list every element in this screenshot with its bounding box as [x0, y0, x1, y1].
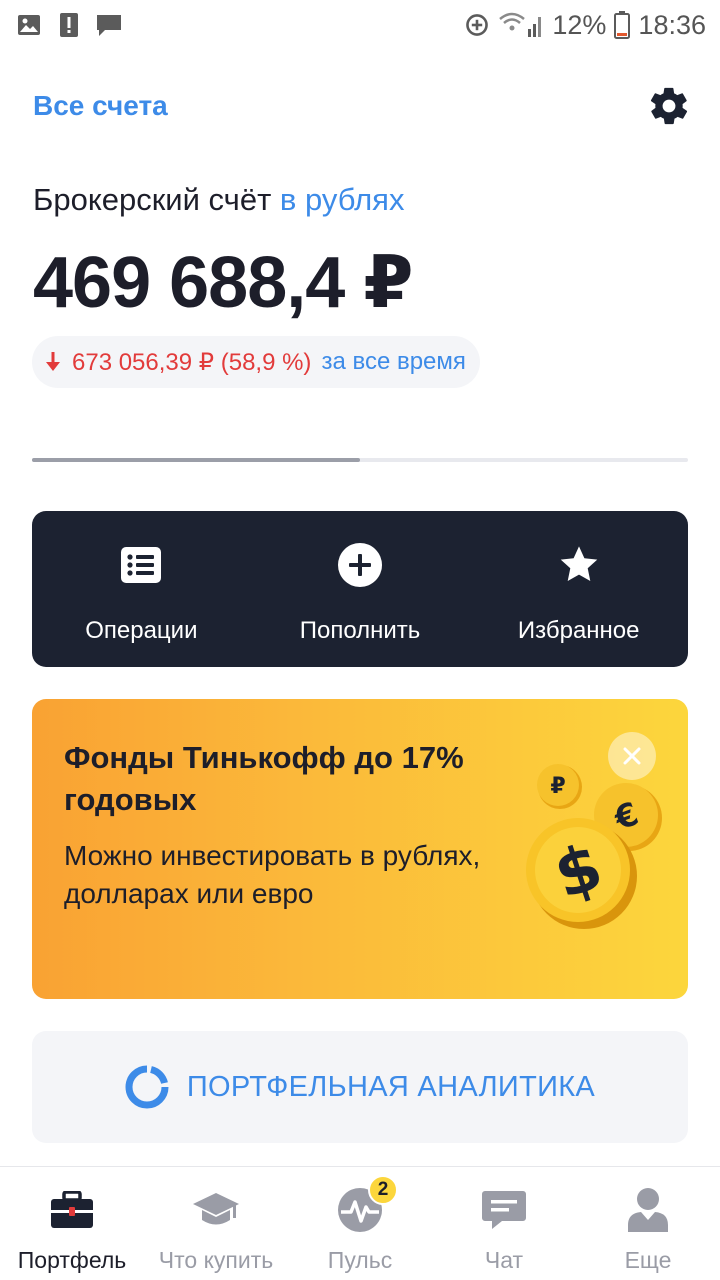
status-bar: 12% 18:36: [0, 0, 720, 50]
image-notification-icon: [16, 12, 42, 38]
operations-button[interactable]: Операции: [32, 511, 251, 667]
battery-percent: 12%: [552, 9, 607, 40]
balance-change-pill[interactable]: 673 056,39 ₽ (58,9 %) за все время: [32, 336, 480, 388]
coins-illustration: ₽ € $: [512, 759, 682, 939]
pager-indicator-fill: [32, 458, 360, 462]
star-icon: [555, 541, 603, 589]
header: Все счета: [0, 74, 720, 138]
account-pager-indicator: [32, 458, 688, 462]
battery-icon: [614, 11, 631, 39]
user-icon: [624, 1187, 672, 1233]
nav-portfolio[interactable]: Портфель: [0, 1167, 144, 1280]
pie-chart-icon: [125, 1065, 169, 1109]
pulse-badge: 2: [368, 1175, 398, 1205]
promo-text: Можно инвестировать в рублях, долларах и…: [64, 840, 481, 909]
favorites-label: Избранное: [517, 617, 640, 644]
data-saver-icon: [464, 12, 490, 38]
nav-more[interactable]: Еще: [576, 1167, 720, 1280]
plus-circle-icon: [336, 541, 384, 589]
quick-actions: Операции Пополнить Избранное: [32, 511, 688, 667]
ruble-coin-icon: ₽: [537, 764, 582, 809]
chat-icon: [480, 1187, 528, 1233]
gear-icon: [650, 87, 688, 125]
promo-title: Фонды Тинькофф до 17% годовых: [64, 740, 464, 817]
promo-banner[interactable]: Фонды Тинькофф до 17% годовых Можно инве…: [32, 699, 688, 999]
account-balance: 469 688,4 ₽: [33, 243, 413, 323]
top-up-label: Пополнить: [299, 617, 421, 644]
all-accounts-link[interactable]: Все счета: [33, 90, 168, 122]
account-title: Брокерский счёт в рублях: [33, 182, 404, 218]
settings-button[interactable]: [646, 83, 692, 129]
nav-pulse-label: Пульс: [327, 1247, 393, 1273]
portfolio-analytics-label: ПОРТФЕЛЬНАЯ АНАЛИТИКА: [186, 1070, 596, 1103]
change-period: за все время: [321, 348, 466, 375]
svg-text:₽: ₽: [550, 774, 565, 799]
nav-portfolio-label: Портфель: [17, 1247, 127, 1273]
operations-label: Операции: [85, 617, 198, 644]
arrow-down-icon: [46, 352, 60, 371]
graduation-cap-icon: [192, 1187, 240, 1233]
nav-pulse[interactable]: 2 Пульс: [288, 1167, 432, 1280]
change-value: 673 056,39 ₽ (58,9 %): [72, 348, 312, 376]
portfolio-analytics-button[interactable]: ПОРТФЕЛЬНАЯ АНАЛИТИКА: [32, 1031, 688, 1143]
nav-what-to-buy-label: Что купить: [158, 1247, 274, 1273]
status-system: 12% 18:36: [464, 10, 706, 41]
nav-chat-label: Чат: [484, 1247, 524, 1273]
account-currency-selector[interactable]: в рублях: [280, 182, 405, 217]
briefcase-icon: [48, 1187, 96, 1233]
bottom-navigation: Портфель Что купить 2 Пульс Чат Еще: [0, 1166, 720, 1280]
nav-what-to-buy[interactable]: Что купить: [144, 1167, 288, 1280]
list-icon: [117, 541, 165, 589]
status-notifications: [16, 12, 122, 38]
status-time: 18:36: [638, 9, 706, 40]
top-up-button[interactable]: Пополнить: [251, 511, 470, 667]
alert-notification-icon: [56, 12, 82, 38]
message-notification-icon: [96, 12, 122, 38]
nav-more-label: Еще: [624, 1247, 672, 1273]
account-type: Брокерский счёт: [33, 182, 272, 217]
favorites-button[interactable]: Избранное: [469, 511, 688, 667]
nav-chat[interactable]: Чат: [432, 1167, 576, 1280]
wifi-signal-icon: [498, 12, 544, 38]
